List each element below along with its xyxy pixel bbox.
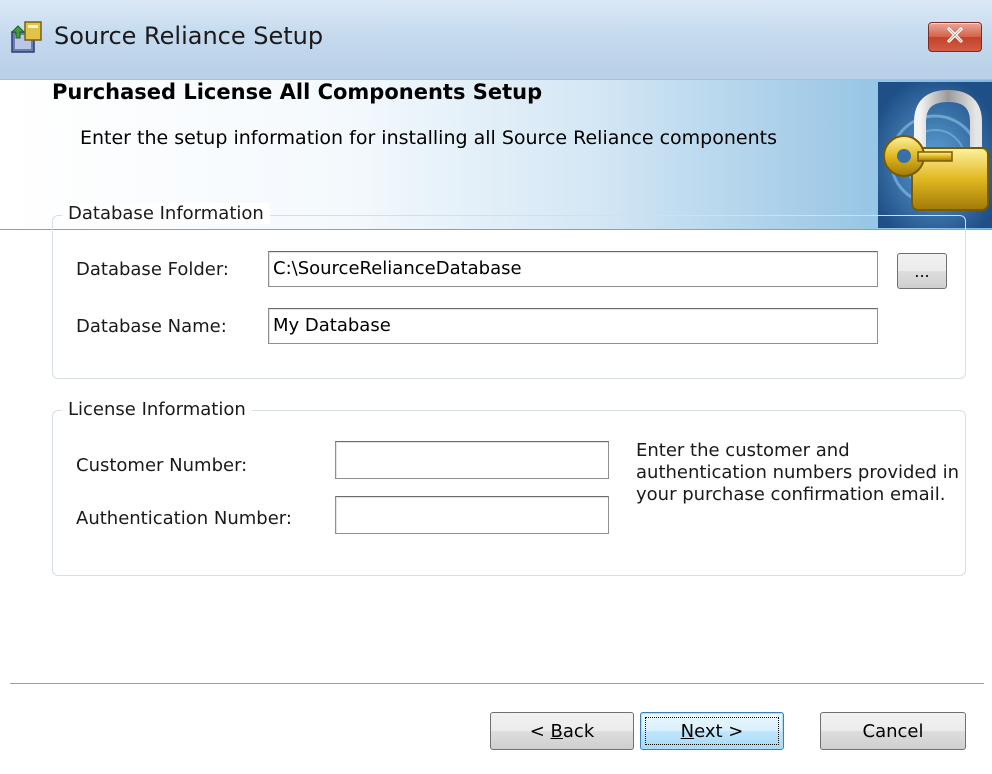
authentication-number-label: Authentication Number: [76, 508, 292, 529]
close-icon [946, 27, 964, 47]
focus-rectangle [645, 717, 779, 745]
database-information-label: Database Information [62, 203, 270, 224]
database-folder-input[interactable]: C:\SourceRelianceDatabase [268, 251, 878, 287]
banner-subtitle: Enter the setup information for installi… [80, 127, 777, 149]
database-information-group [52, 215, 966, 379]
padlock-key-icon [878, 82, 992, 228]
browse-folder-button[interactable]: ... [897, 253, 947, 289]
cancel-button[interactable]: Cancel [820, 712, 966, 750]
back-button-prefix: < [529, 720, 551, 742]
authentication-number-input[interactable] [335, 496, 609, 534]
title-bar: Source Reliance Setup [0, 0, 992, 80]
back-button-suffix: ack [562, 720, 595, 742]
next-button[interactable]: Next > [640, 712, 784, 750]
back-button[interactable]: < Back [490, 712, 634, 750]
customer-number-label: Customer Number: [76, 455, 248, 476]
close-button[interactable] [928, 22, 982, 52]
footer-divider [10, 683, 984, 685]
back-button-mnemonic: B [550, 720, 563, 742]
database-folder-label: Database Folder: [76, 259, 229, 280]
license-help-text: Enter the customer and authentication nu… [636, 440, 960, 505]
customer-number-input[interactable] [335, 441, 609, 479]
window-title: Source Reliance Setup [54, 22, 324, 50]
database-name-input[interactable]: My Database [268, 308, 878, 344]
license-information-label: License Information [62, 399, 252, 420]
installer-icon [10, 20, 44, 54]
banner-title: Purchased License All Components Setup [52, 80, 543, 104]
database-name-label: Database Name: [76, 316, 227, 337]
